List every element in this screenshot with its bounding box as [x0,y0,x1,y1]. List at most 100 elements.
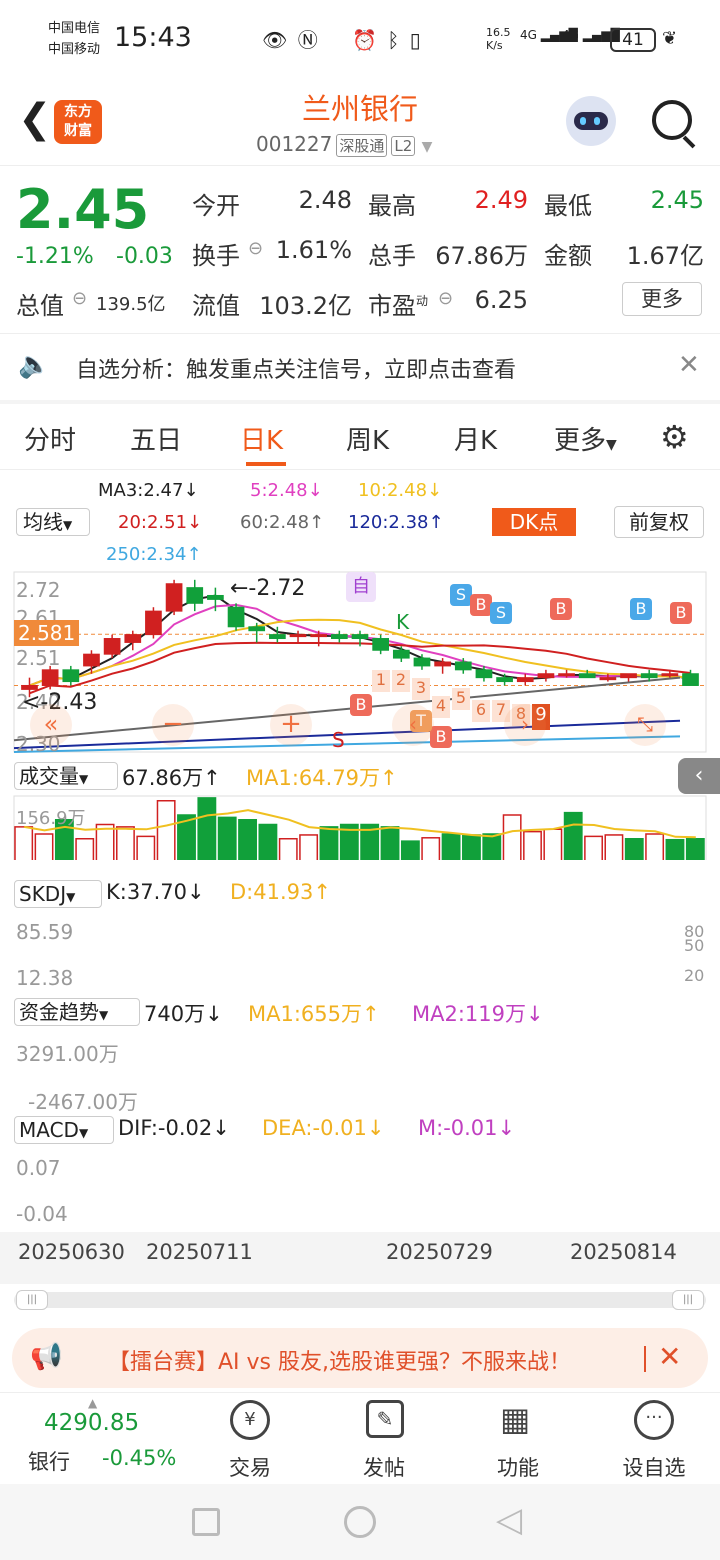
volume-select[interactable]: 成交量▼ [14,762,118,790]
caret-up-icon: ▲ [88,1396,98,1410]
candle-body [21,684,38,690]
candle-body [351,634,369,640]
s-marker[interactable]: B [630,598,652,620]
prev-icon[interactable]: ‹ [392,704,434,746]
fund-ma2: MA2:119万↓ [412,1002,544,1026]
k-signal-marker[interactable]: K [396,610,409,634]
candle-body [124,634,142,643]
candle-body [227,606,245,628]
more-dots-icon[interactable]: ··· [634,1400,674,1440]
back-nav-icon[interactable]: ◁ [496,1500,522,1540]
candle-body [578,673,596,679]
volume-bar [116,826,135,860]
range-scrollbar[interactable] [14,1292,706,1308]
self-select-marker[interactable]: 自 [346,572,376,602]
close-icon[interactable]: ✕ [658,1340,681,1373]
nav-add-watch[interactable]: 设自选 [604,1452,704,1482]
fund-top: 3291.00万 [16,1042,119,1066]
scroll-left-icon[interactable]: « [30,704,72,746]
candle-body [392,649,410,659]
volume-bar [584,835,603,860]
count-label: 4 [432,696,450,718]
range-handle-left[interactable]: ||| [16,1290,48,1310]
volume-bar [400,840,420,860]
caret-icon: ▼ [66,890,76,904]
candle-body [434,661,451,667]
skdj-k: K:37.70↓ [106,880,205,904]
skdj-top: 85.59 [16,920,74,944]
recent-apps-icon[interactable] [192,1508,220,1536]
candle-body [516,677,534,683]
candle-body [165,583,183,612]
home-icon[interactable] [344,1506,376,1538]
candle-body [145,610,162,636]
count-label: 2 [392,670,410,692]
fund-select[interactable]: 资金趋势▼ [14,998,140,1026]
volume-bar [278,838,298,860]
fund-value: 740万↓ [144,1002,223,1026]
post-icon[interactable]: ✎ [366,1400,404,1438]
macd-select-label: MACD [19,1118,79,1142]
volume-bar [34,833,54,860]
volume-bar [441,833,461,860]
macd-bottom: -0.04 [16,1202,68,1226]
promo-text[interactable]: 【擂台赛】AI vs 股友,选股谁更强？不服来战！ [108,1344,571,1376]
volume-bar [604,834,624,860]
skdj-d: D:41.93↑ [230,880,331,904]
candle-body [496,677,513,683]
nav-post[interactable]: 发帖 [334,1452,434,1482]
candle-body [83,653,100,667]
s-signal-marker[interactable]: S [332,728,345,752]
candle-body [207,594,224,600]
b-marker[interactable]: B [550,598,572,620]
volume-bar [238,819,257,860]
volume-bar [136,835,156,860]
candle-body [558,673,575,677]
nav-function[interactable]: 功能 [468,1452,568,1482]
b-marker[interactable]: B [350,694,372,716]
y-tick: 2.51 [16,646,61,670]
macd-m: M:-0.01↓ [418,1116,516,1140]
caret-icon: ▼ [99,1008,109,1022]
volume-bar [645,833,665,860]
volume-bar [217,816,237,860]
volume-bar [563,811,583,860]
volume-select-label: 成交量 [19,764,79,788]
range-handle-right[interactable]: ||| [672,1290,704,1310]
volume-panel [13,795,707,860]
zoom-out-icon[interactable]: − [152,704,194,746]
macd-select[interactable]: MACD▼ [14,1116,114,1144]
volume-bar [14,826,34,860]
s-marker[interactable]: S [490,602,512,624]
fullscreen-icon[interactable]: ⤡ [624,704,666,746]
candle-body [640,673,658,679]
y-tick: 2.72 [16,578,61,602]
candle-body [682,673,699,686]
kline-chart[interactable] [0,0,720,860]
count-label: 1 [372,670,390,692]
skdj-select[interactable]: SKDJ▼ [14,880,102,908]
nav-trade[interactable]: 交易 [200,1452,300,1482]
volume-bar [75,838,95,860]
zoom-in-icon[interactable]: + [270,704,312,746]
candle-body [62,669,80,683]
count-label: 5 [452,688,470,710]
candle-body [310,634,328,638]
index-name: 银行 [28,1450,70,1474]
volume-indicator: 67.86万↑ [122,766,221,790]
candle-body [475,669,493,679]
max-value: 2.72 [256,576,306,601]
volume-bar [665,838,685,860]
grid-icon[interactable]: ▦ [500,1400,530,1438]
b-marker[interactable]: B [670,602,692,624]
trade-icon[interactable]: ¥ [230,1400,270,1440]
count-label: 3 [412,678,430,700]
candle-body [103,638,121,655]
volume-bar [543,828,563,860]
s-marker[interactable]: S [450,584,472,606]
next-icon[interactable]: › [504,704,546,746]
b-marker[interactable]: B [470,594,492,616]
candle-body [186,587,204,604]
index-value[interactable]: 4290.85 [44,1410,139,1436]
collapse-panel-icon[interactable]: ‹ [678,758,720,794]
